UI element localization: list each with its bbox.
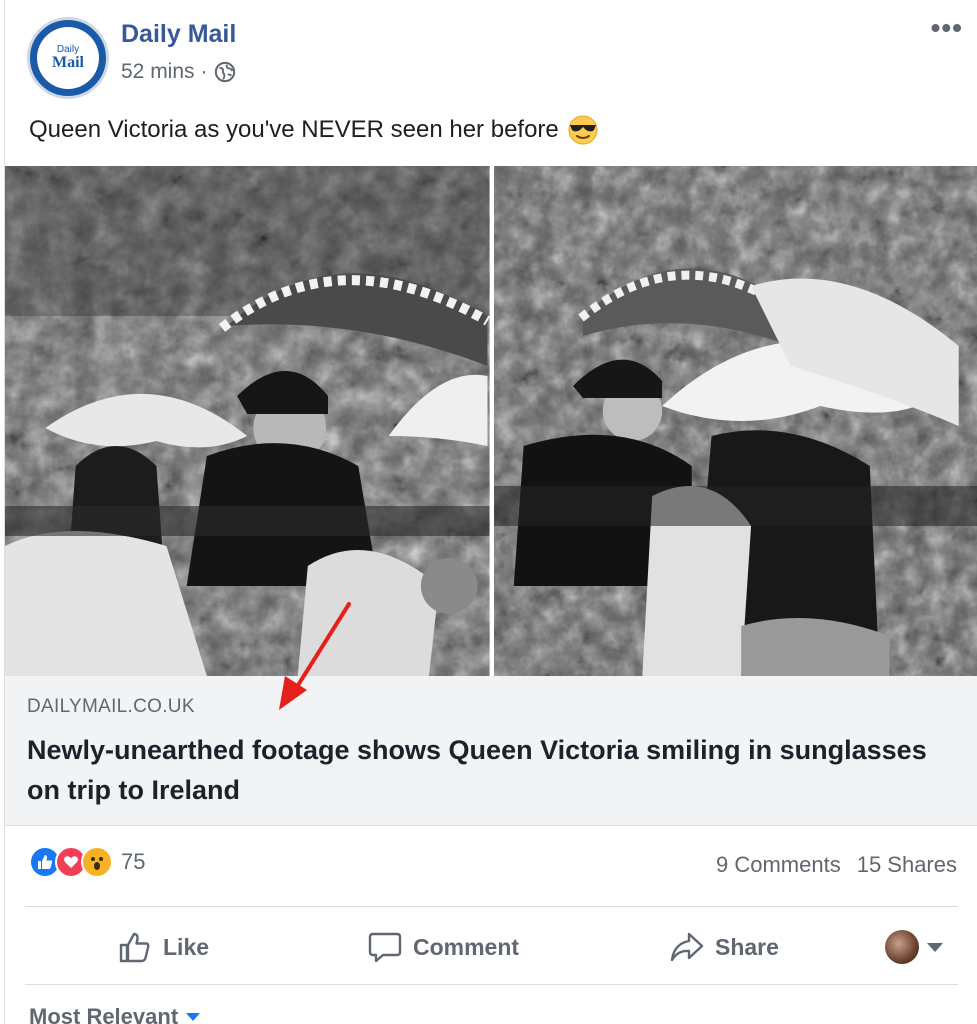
globe-icon[interactable] [214, 61, 236, 83]
divider-top [25, 906, 958, 907]
sunglasses-face-emoji [568, 115, 598, 145]
comments-sort-dropdown[interactable]: Most Relevant [29, 1004, 201, 1024]
link-headline[interactable]: Newly-unearthed footage shows Queen Vict… [27, 730, 927, 810]
chevron-down-icon [927, 942, 943, 952]
comment-bubble-icon [368, 932, 402, 963]
photo-right[interactable] [493, 166, 977, 676]
divider-bottom [25, 984, 958, 985]
feed-post: Daily Mail Daily Mail 52 mins · ••• Quee… [4, 0, 977, 1024]
wow-reaction-icon [81, 846, 113, 878]
post-meta: 52 mins · [121, 60, 236, 84]
caption-text: Queen Victoria as you've NEVER seen her … [29, 116, 559, 143]
action-bar: Like Comment Share [5, 910, 977, 984]
reaction-summary[interactable]: 75 [29, 846, 145, 878]
meta-separator: · [200, 60, 208, 83]
reaction-count[interactable]: 75 [121, 849, 145, 875]
avatar-logo: Daily Mail [37, 27, 99, 89]
share-label: Share [715, 933, 779, 960]
comments-count-link[interactable]: 9 Comments [716, 852, 841, 878]
post-timestamp[interactable]: 52 mins [121, 60, 195, 84]
page-name-link[interactable]: Daily Mail [121, 20, 236, 49]
more-options-icon[interactable]: ••• [931, 14, 963, 42]
sort-label: Most Relevant [29, 1004, 179, 1024]
comment-label: Comment [413, 933, 520, 960]
share-arrow-icon [670, 932, 704, 962]
like-label: Like [163, 933, 210, 960]
post-caption: Queen Victoria as you've NEVER seen her … [29, 114, 599, 146]
avatar-logo-line2: Mail [52, 54, 84, 71]
shares-count-link[interactable]: 15 Shares [857, 852, 957, 878]
link-domain: DAILYMAIL.CO.UK [27, 696, 195, 717]
link-preview[interactable]: DAILYMAIL.CO.UK Newly-unearthed footage … [5, 676, 977, 826]
post-photo-pair[interactable] [5, 166, 977, 676]
chevron-down-icon [186, 1013, 201, 1021]
post-as-selector[interactable] [885, 930, 943, 964]
like-button[interactable]: Like [117, 910, 209, 984]
comment-button[interactable]: Comment [367, 910, 519, 984]
share-button[interactable]: Share [669, 910, 779, 984]
engagement-stats: 9 Comments 15 Shares [716, 852, 957, 878]
page-avatar[interactable]: Daily Mail [27, 17, 109, 99]
thumbs-up-icon [119, 932, 150, 963]
photo-left[interactable] [5, 166, 490, 676]
viewer-avatar [885, 930, 919, 964]
